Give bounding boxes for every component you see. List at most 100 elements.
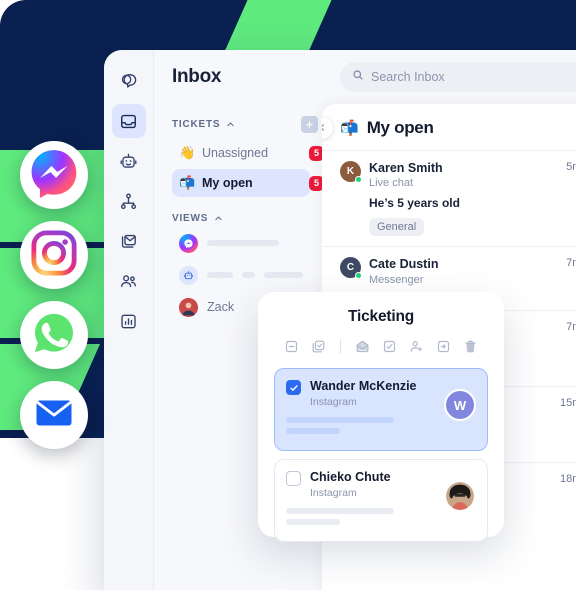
avatar: W (444, 389, 476, 421)
views-placeholder-line (264, 272, 303, 278)
social-badge-whatsapp[interactable] (20, 301, 88, 369)
email-icon (34, 393, 74, 438)
ticketing-modal: Ticketing Wander McKenzie Instagram W Ch… (258, 292, 504, 542)
online-status-dot (355, 176, 362, 183)
add-ticket-button[interactable] (301, 116, 318, 133)
chevron-up-icon[interactable] (214, 214, 223, 223)
placeholder-line (286, 508, 394, 514)
sidebar-item-bots[interactable] (112, 144, 146, 178)
chevron-left-icon (322, 119, 327, 137)
screenshot-stage: Inbox Search Inbox TICKETS 👋 Unassigned … (0, 0, 576, 590)
tickets-section-header[interactable]: TICKETS (172, 116, 318, 133)
delete-trash-icon[interactable] (463, 339, 478, 354)
bot-icon (119, 152, 138, 171)
ticket-name: Wander McKenzie (310, 379, 417, 393)
flow-icon (119, 192, 138, 211)
views-placeholder-line (207, 240, 279, 246)
conversation-panel-title: My open (366, 118, 434, 137)
avatar-initial: K (346, 166, 355, 177)
mailbox-emoji-icon: 📬 (340, 119, 359, 137)
reports-chart-icon (119, 312, 138, 331)
conversation-name: Cate Dustin (369, 257, 439, 272)
conversation-channel: Live chat (369, 177, 414, 190)
conversation-time: 15min (560, 396, 576, 409)
instagram-icon (31, 229, 77, 281)
conversation-time: 18min (560, 472, 576, 485)
select-all-icon[interactable] (311, 339, 326, 354)
search-icon (352, 68, 364, 86)
views-section-header[interactable]: VIEWS (172, 213, 310, 224)
conversation-time: 7min (566, 320, 576, 333)
conversation-name: Karen Smith (369, 161, 443, 175)
sidebar-item-inbox[interactable] (111, 104, 146, 138)
mailbox-emoji-icon: 📬 (179, 175, 196, 191)
avatar: C (340, 257, 362, 280)
search-placeholder: Search Inbox (371, 70, 445, 84)
assign-user-icon[interactable] (409, 339, 424, 354)
search-input[interactable]: Search Inbox (340, 62, 576, 92)
sidebar-item-contacts[interactable] (112, 264, 146, 298)
nav-item-label: Unassigned (202, 146, 269, 160)
conversation-panel-header: 📬 My open (322, 118, 576, 150)
ticket-checkbox[interactable] (286, 471, 301, 486)
ticket-name: Chieko Chute (310, 470, 391, 484)
inbox-icon (119, 112, 138, 131)
nav-item-label: My open (202, 176, 253, 190)
avatar-initial: C (346, 262, 355, 274)
placeholder-line (286, 428, 340, 434)
nav-item-unassigned[interactable]: 👋 Unassigned 5 (172, 139, 324, 167)
whatsapp-icon (31, 310, 77, 361)
views-section-title: VIEWS (172, 213, 209, 224)
toolbar-divider (340, 339, 341, 354)
modal-title: Ticketing (348, 308, 414, 325)
messenger-avatar-icon (179, 233, 198, 253)
tickets-section-title: TICKETS (172, 119, 221, 130)
views-item-bot[interactable] (172, 262, 310, 288)
nav-item-my-open[interactable]: 📬 My open 5 (172, 169, 324, 197)
social-badge-email[interactable] (20, 381, 88, 449)
avatar (444, 480, 476, 512)
page-title: Inbox (172, 66, 222, 87)
avatar: K (340, 161, 362, 183)
move-to-icon[interactable] (436, 339, 451, 354)
sidebar-item-flows[interactable] (112, 184, 146, 218)
bot-avatar-icon (179, 265, 198, 285)
social-badge-messenger[interactable] (20, 141, 88, 209)
sidebar-item-reports[interactable] (112, 304, 146, 338)
chevron-up-icon[interactable] (226, 120, 235, 129)
ticket-card[interactable]: Chieko Chute Instagram (274, 459, 488, 542)
online-status-dot (355, 272, 362, 280)
views-item-messenger[interactable] (172, 230, 310, 256)
mark-unread-icon[interactable] (355, 339, 370, 354)
avatar-initial: W (453, 397, 467, 413)
conversation-snippet: He’s 5 years old (369, 196, 460, 211)
mark-done-icon[interactable] (382, 339, 397, 354)
contacts-icon (119, 272, 138, 291)
status-badge: General (369, 218, 425, 237)
conversation-time: 5min (566, 161, 576, 173)
messenger-icon (29, 148, 79, 203)
avatar (179, 297, 198, 317)
modal-toolbar (274, 339, 488, 354)
placeholder-line (286, 417, 394, 423)
social-badge-instagram[interactable] (20, 221, 88, 289)
ticket-channel: Instagram (310, 396, 357, 408)
ticket-placeholder-lines (286, 508, 476, 525)
ticket-card[interactable]: Wander McKenzie Instagram W (274, 368, 488, 451)
campaign-mail-icon (119, 232, 138, 251)
ticket-checkbox[interactable] (286, 380, 301, 395)
conversation-list-item[interactable]: K Karen Smith Live chat 5min He’s 5 year… (322, 150, 576, 246)
wave-emoji-icon: 👋 (179, 145, 196, 161)
topbar: Inbox Search Inbox (154, 50, 576, 104)
ticket-placeholder-lines (286, 417, 476, 434)
placeholder-line (286, 519, 340, 525)
views-placeholder-line (207, 272, 233, 278)
conversation-channel: Messenger (369, 273, 424, 286)
sidebar-item-conversations[interactable] (112, 64, 146, 98)
icon-rail (104, 50, 154, 590)
conversation-time: 7min (566, 257, 576, 270)
ticket-channel: Instagram (310, 487, 357, 499)
views-item-label: Zack (207, 300, 235, 314)
sidebar-item-campaigns[interactable] (112, 224, 146, 258)
deselect-icon[interactable] (284, 339, 299, 354)
